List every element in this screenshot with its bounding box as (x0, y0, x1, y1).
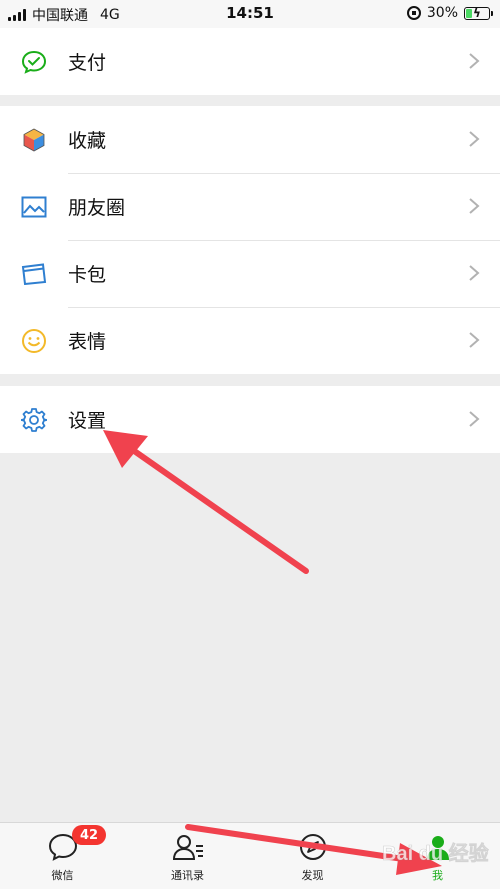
rotation-lock-icon (406, 6, 421, 20)
tab-label-wechat: 微信 (51, 869, 74, 882)
moments-image-icon (20, 193, 48, 221)
menu-group-main: 收藏 朋友圈 卡包 表情 (0, 106, 500, 374)
chevron-right-icon (469, 265, 480, 281)
menu-label-favorites: 收藏 (68, 130, 107, 152)
contacts-icon (172, 831, 204, 863)
favorites-cube-icon (20, 126, 48, 154)
menu-item-pay[interactable]: 支付 (0, 28, 500, 95)
menu-label-settings: 设置 (68, 410, 107, 432)
tab-me[interactable]: 我 (375, 823, 500, 889)
menu-item-cards[interactable]: 卡包 (0, 240, 500, 307)
menu-label-pay: 支付 (68, 52, 107, 74)
menu-item-favorites[interactable]: 收藏 (0, 106, 500, 173)
smiley-face-icon (20, 327, 48, 355)
menu-item-stickers[interactable]: 表情 (0, 307, 500, 374)
chevron-right-icon (469, 198, 480, 214)
battery-icon: ϟ (464, 5, 493, 20)
menu-label-moments: 朋友圈 (68, 197, 126, 219)
chevron-right-icon (469, 53, 480, 69)
menu-group-pay: 支付 (0, 28, 500, 95)
person-icon (422, 831, 454, 863)
menu-item-settings[interactable]: 设置 (0, 386, 500, 453)
pay-icon (20, 48, 48, 76)
chevron-right-icon (469, 332, 480, 348)
tab-label-contacts: 通讯录 (171, 869, 204, 882)
tab-label-discover: 发现 (301, 869, 324, 882)
card-wallet-icon (20, 260, 48, 288)
status-bar: 中国联通 4G 14:51 30% ϟ (0, 0, 500, 28)
charging-bolt-icon: ϟ (473, 5, 481, 20)
battery-percent: 30% (426, 5, 458, 21)
menu-group-settings: 设置 (0, 386, 500, 453)
tab-discover[interactable]: 发现 (250, 823, 375, 889)
menu-label-cards: 卡包 (68, 264, 107, 286)
tab-label-me: 我 (432, 869, 443, 882)
unread-badge: 42 (72, 825, 106, 845)
chevron-right-icon (469, 131, 480, 147)
compass-icon (297, 831, 329, 863)
bottom-tab-bar: 42 微信 通讯录 发现 我 (0, 822, 500, 889)
status-right: 30% ϟ (406, 5, 493, 21)
tab-contacts[interactable]: 通讯录 (125, 823, 250, 889)
battery-fill (466, 8, 473, 18)
tab-wechat[interactable]: 42 微信 (0, 823, 125, 889)
chevron-right-icon (469, 411, 480, 427)
menu-label-stickers: 表情 (68, 331, 107, 353)
gear-icon (20, 406, 48, 434)
menu-item-moments[interactable]: 朋友圈 (0, 173, 500, 240)
